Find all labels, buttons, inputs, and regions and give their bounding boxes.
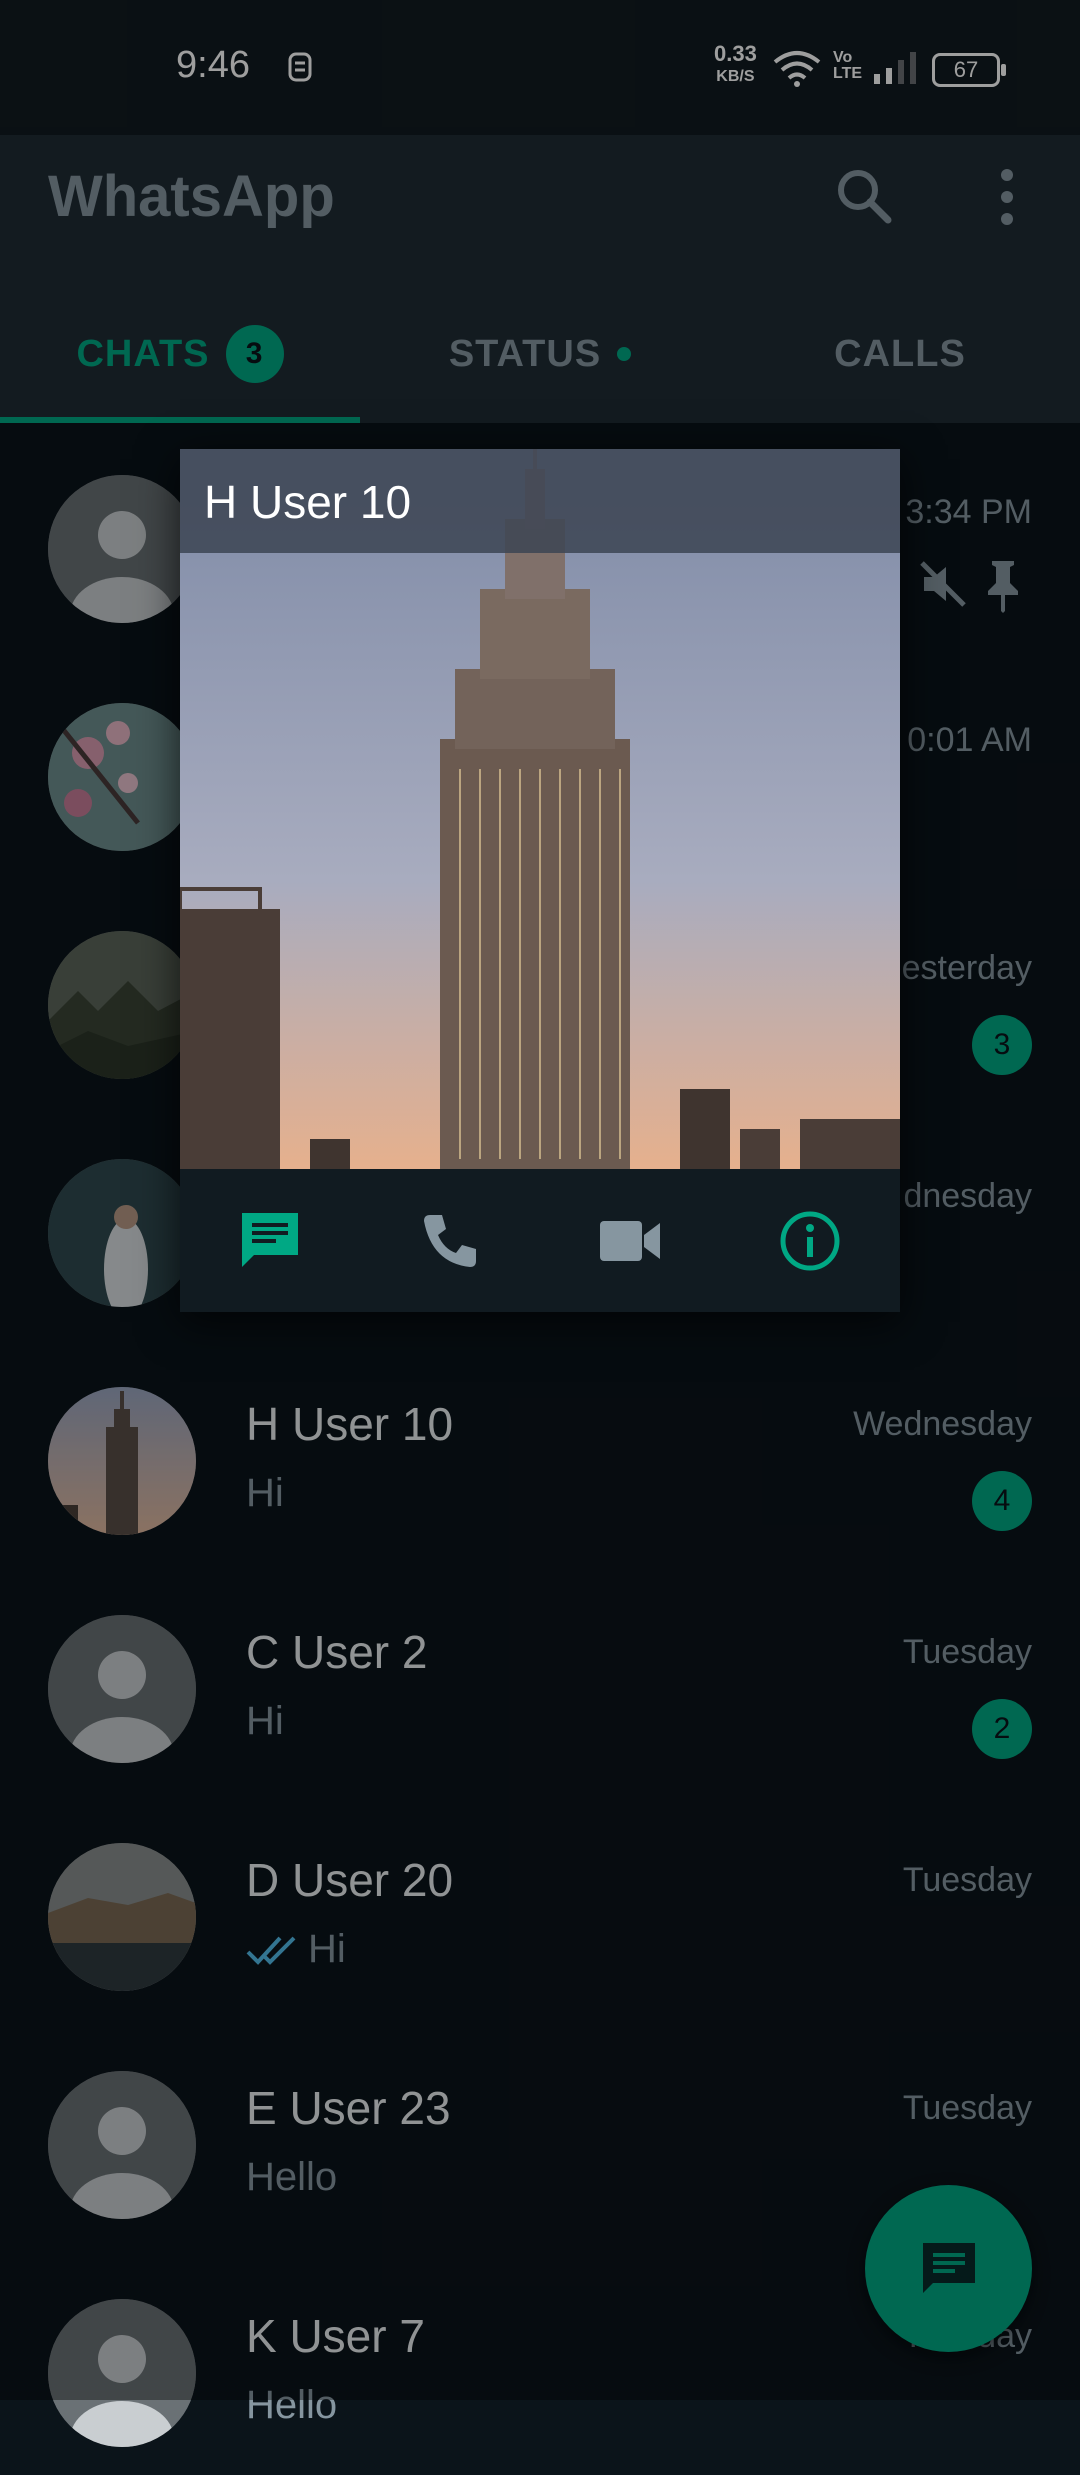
default-avatar-icon bbox=[48, 2299, 196, 2447]
profile-photo[interactable]: H User 10 bbox=[180, 449, 900, 1169]
chat-row[interactable]: C User 2 Hi Tuesday 2 bbox=[0, 1563, 1080, 1791]
tab-status[interactable]: STATUS bbox=[360, 285, 720, 423]
chat-time: Wednesday bbox=[853, 1405, 1032, 1443]
search-icon[interactable] bbox=[833, 165, 893, 231]
tab-chats[interactable]: CHATS 3 bbox=[0, 285, 360, 423]
avatar[interactable] bbox=[48, 475, 196, 623]
volte-indicator: Vo LTE bbox=[833, 49, 863, 82]
chat-name: K User 7 bbox=[246, 2310, 425, 2362]
forest-photo bbox=[48, 931, 196, 1079]
avatar[interactable] bbox=[48, 1387, 196, 1535]
default-avatar-icon bbox=[48, 2071, 196, 2219]
tab-calls[interactable]: CALLS bbox=[720, 285, 1080, 423]
info-icon bbox=[780, 1211, 840, 1270]
chat-name: E User 23 bbox=[246, 2082, 451, 2134]
popup-contact-name: H User 10 bbox=[204, 476, 412, 528]
tab-calls-label: CALLS bbox=[834, 332, 966, 375]
chat-message: Hello bbox=[246, 2155, 338, 2199]
chat-time: 3:34 PM bbox=[905, 493, 1032, 531]
message-button[interactable] bbox=[180, 1169, 360, 1312]
tab-chats-badge: 3 bbox=[225, 325, 284, 383]
signal-icon bbox=[874, 52, 916, 84]
more-vert-icon[interactable] bbox=[995, 167, 1019, 227]
app-title: WhatsApp bbox=[48, 164, 335, 229]
chat-time: dnesday bbox=[903, 1177, 1032, 1215]
chat-time: Tuesday bbox=[902, 1861, 1032, 1899]
popup-title-bar: H User 10 bbox=[180, 449, 900, 553]
avatar[interactable] bbox=[48, 1843, 196, 1991]
status-time: 9:46 bbox=[176, 44, 250, 86]
chat-message-text: Hi bbox=[308, 1927, 346, 1971]
avatar[interactable] bbox=[48, 931, 196, 1079]
new-chat-button[interactable] bbox=[865, 2185, 1032, 2352]
status-bar: 9:46 0.33 KB/S Vo LTE 67 bbox=[0, 0, 1080, 135]
call-icon bbox=[424, 1214, 476, 1267]
default-avatar-icon bbox=[48, 1615, 196, 1763]
avatar[interactable] bbox=[48, 1615, 196, 1763]
profile-building-photo bbox=[180, 449, 900, 1169]
tab-bar: CHATS 3 STATUS CALLS bbox=[0, 285, 1080, 423]
info-button[interactable] bbox=[720, 1169, 900, 1312]
unread-badge: 4 bbox=[972, 1471, 1032, 1531]
wifi-icon bbox=[773, 51, 821, 87]
video-icon bbox=[600, 1220, 660, 1261]
chat-message: Hi bbox=[246, 1699, 284, 1743]
video-call-button[interactable] bbox=[540, 1169, 720, 1312]
pin-icon bbox=[988, 561, 1018, 613]
chat-name: C User 2 bbox=[246, 1626, 428, 1678]
unread-badge: 2 bbox=[972, 1699, 1032, 1759]
battery-indicator: 67 bbox=[932, 53, 1006, 87]
chat-row[interactable]: H User 10 Hi Wednesday 4 bbox=[0, 1335, 1080, 1563]
avatar[interactable] bbox=[48, 1159, 196, 1307]
profile-popup: H User 10 bbox=[180, 449, 900, 1312]
tab-status-label: STATUS bbox=[448, 332, 602, 375]
status-update-dot bbox=[617, 347, 632, 361]
avatar[interactable] bbox=[48, 2299, 196, 2447]
tab-chats-label: CHATS bbox=[76, 332, 210, 375]
chat-time: esterday bbox=[901, 949, 1032, 987]
chat-message: Hello bbox=[246, 2383, 338, 2427]
avatar[interactable] bbox=[48, 2071, 196, 2219]
notification-icon bbox=[288, 52, 312, 82]
chat-name: H User 10 bbox=[246, 1398, 454, 1450]
chat-row[interactable]: D User 20 Hi Tuesday bbox=[0, 1791, 1080, 2019]
default-avatar-icon bbox=[48, 475, 196, 623]
app-bar: WhatsApp bbox=[0, 135, 1080, 285]
building-photo bbox=[48, 1387, 196, 1535]
popup-actions bbox=[180, 1169, 900, 1312]
network-speed: 0.33 KB/S bbox=[714, 41, 757, 86]
chat-message: Hi bbox=[246, 1927, 346, 1972]
message-icon bbox=[242, 1212, 298, 1267]
chat-time: Tuesday bbox=[902, 2089, 1032, 2127]
avatar[interactable] bbox=[48, 703, 196, 851]
chat-time: Tuesday bbox=[902, 1633, 1032, 1671]
new-chat-icon bbox=[922, 2242, 975, 2293]
call-button[interactable] bbox=[360, 1169, 540, 1312]
chat-name: D User 20 bbox=[246, 1854, 454, 1906]
blossom-photo bbox=[48, 703, 196, 851]
chat-message: Hi bbox=[246, 1471, 284, 1515]
muted-icon bbox=[920, 561, 966, 607]
double-check-icon bbox=[246, 1936, 296, 1965]
coast-photo bbox=[48, 1843, 196, 1991]
portrait-photo bbox=[48, 1159, 196, 1307]
unread-badge: 3 bbox=[972, 1015, 1032, 1075]
chat-time: 0:01 AM bbox=[907, 721, 1032, 759]
